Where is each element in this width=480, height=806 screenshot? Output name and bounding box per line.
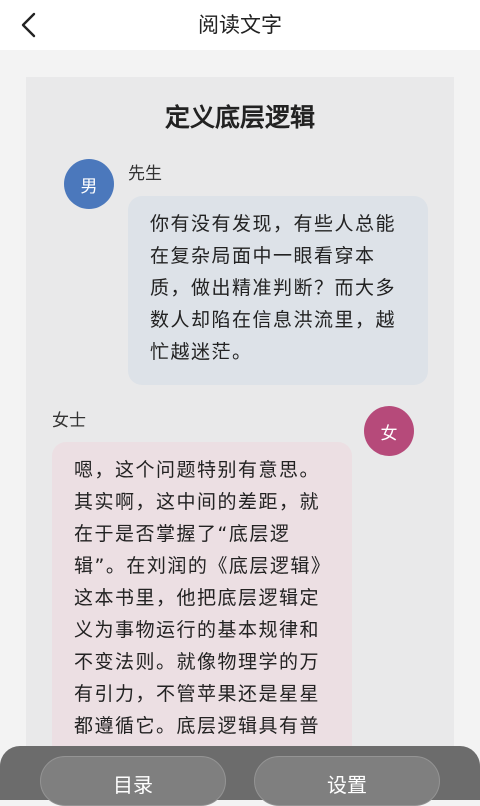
top-nav-bar: 阅读文字	[0, 0, 480, 50]
settings-button[interactable]: 设置	[254, 756, 440, 806]
female-speaker-name: 女士	[52, 411, 86, 431]
catalog-button[interactable]: 目录	[40, 756, 226, 806]
bottom-action-bar: 目录 设置	[0, 746, 480, 806]
male-message-bubble: 你有没有发现，有些人总能在复杂局面中一眼看穿本质，做出精准判断？而大多数人却陷在…	[128, 196, 428, 385]
document-title: 定义底层逻辑	[164, 103, 315, 132]
reading-card: 定义底层逻辑 男 先生 你有没有发现，有些人总能在复杂局面中一眼看穿本质，做出精…	[26, 77, 454, 800]
male-avatar: 男	[64, 159, 114, 209]
male-speaker-name: 先生	[128, 164, 162, 184]
page-title: 阅读文字	[198, 13, 282, 37]
female-avatar: 女	[364, 406, 414, 456]
